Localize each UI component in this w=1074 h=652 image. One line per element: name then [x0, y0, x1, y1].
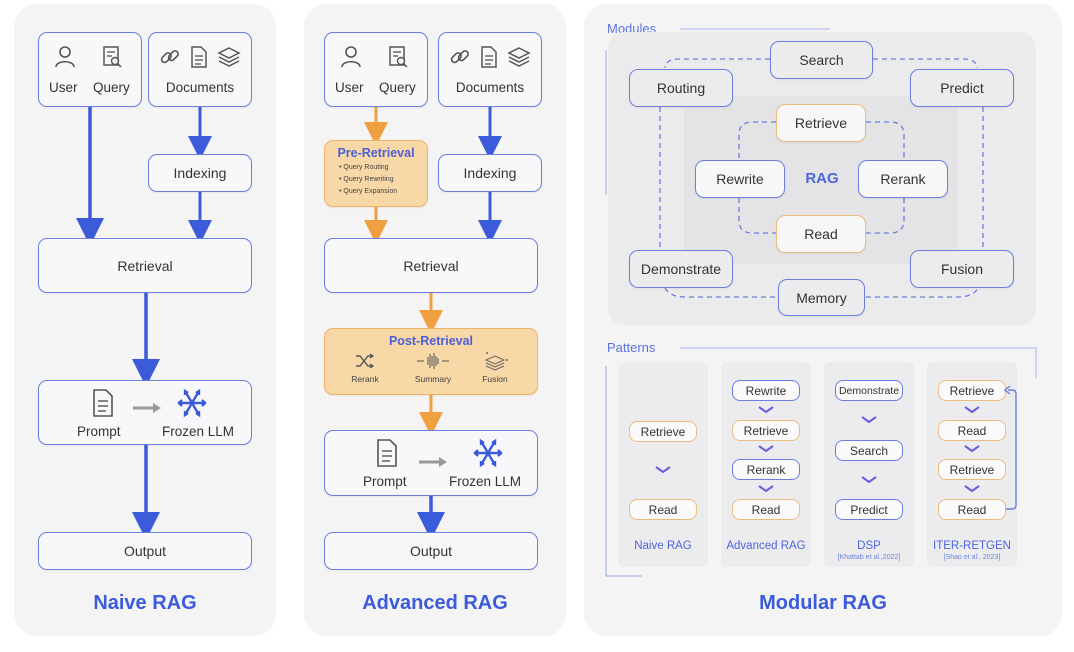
prompt-icon — [93, 389, 113, 417]
fusion-label: Fusion — [482, 374, 508, 384]
module-memory: Memory — [778, 279, 865, 316]
prompt-label: Prompt — [77, 424, 121, 439]
pattern-step: Demonstrate — [835, 380, 903, 401]
query-label: Query — [93, 80, 130, 95]
summary-waveform-icon — [417, 353, 449, 369]
pre-retrieval-box: Pre-Retrieval • Query Routing • Query Re… — [324, 140, 428, 207]
chevron-down-icon — [861, 416, 877, 424]
query-label: Query — [379, 80, 416, 95]
retrieval-box: Retrieval — [38, 238, 252, 293]
module-routing: Routing — [629, 69, 733, 107]
chevron-down-icon — [758, 445, 774, 453]
pre-retrieval-item: • Query Routing — [339, 164, 389, 171]
pattern-step: Retrieve — [938, 380, 1006, 401]
pattern-step: Predict — [835, 499, 903, 520]
indexing-box-adv: Indexing — [438, 154, 542, 192]
pattern-step: Read — [938, 420, 1006, 441]
layers-icon — [507, 47, 531, 67]
pattern-step: Read — [732, 499, 800, 520]
module-demonstrate: Demonstrate — [629, 250, 733, 288]
naive-rag-title: Naive RAG — [93, 592, 197, 614]
chevron-down-icon — [758, 485, 774, 493]
rerank-label: Rerank — [351, 374, 379, 384]
snowflake-icon — [177, 388, 207, 418]
prompt-label: Prompt — [363, 474, 407, 489]
output-box-adv: Output — [324, 532, 538, 570]
user-query-box: User Query — [38, 32, 142, 107]
pattern-step: Search — [835, 440, 903, 461]
retrieval-box-adv: Retrieval — [324, 238, 538, 293]
module-rerank: Rerank — [858, 160, 948, 198]
pattern-step: Retrieve — [732, 420, 800, 441]
module-read: Read — [776, 215, 866, 253]
post-retrieval-title: Post-Retrieval — [388, 334, 474, 348]
documents-box-adv: Documents — [438, 32, 542, 107]
post-retrieval-box: Post-Retrieval Rerank Summary Fusion — [324, 328, 538, 395]
indexing-box: Indexing — [148, 154, 252, 192]
module-retrieve: Retrieve — [776, 104, 866, 142]
patterns-label: Patterns — [607, 340, 656, 355]
document-icon — [481, 46, 497, 68]
chevron-down-icon — [964, 485, 980, 493]
user-query-box-adv: User Query — [324, 32, 428, 107]
module-predict: Predict — [910, 69, 1014, 107]
pattern-step: Retrieve — [938, 459, 1006, 480]
document-icon — [191, 46, 207, 68]
fusion-stack-icon — [484, 352, 508, 371]
documents-label: Documents — [165, 80, 235, 95]
chevron-down-icon — [964, 406, 980, 414]
pattern-name: ITER-RETGEN — [933, 540, 1011, 552]
chevron-down-icon — [655, 466, 671, 474]
pattern-column: Naive RAG — [618, 362, 708, 567]
advanced-rag-title: Advanced RAG — [362, 592, 508, 614]
link-icon — [450, 50, 469, 64]
pattern-name: DSP — [857, 540, 881, 552]
pattern-step: Retrieve — [629, 421, 697, 442]
arrow-right-icon — [419, 457, 447, 467]
rag-center-label: RAG — [805, 170, 839, 187]
llm-label: Frozen LLM — [162, 424, 235, 439]
summary-label: Summary — [414, 374, 452, 384]
layers-icon — [217, 47, 241, 67]
pattern-citation: [Khattab et al.,2022] — [837, 554, 901, 561]
module-fusion: Fusion — [910, 250, 1014, 288]
output-box: Output — [38, 532, 252, 570]
link-icon — [160, 50, 179, 64]
documents-box: Documents — [148, 32, 252, 107]
module-search: Search — [770, 41, 873, 79]
user-label: User — [49, 80, 78, 95]
prompt-icon — [377, 439, 397, 467]
prompt-llm-box-adv: Prompt Frozen LLM — [324, 430, 538, 496]
snowflake-icon — [473, 438, 503, 468]
pre-retrieval-item: • Query Rewriting — [339, 176, 394, 183]
pre-retrieval-title: Pre-Retrieval — [337, 146, 415, 160]
pattern-citation: [Shao et al., 2023] — [943, 554, 1001, 561]
llm-label: Frozen LLM — [449, 474, 522, 489]
pattern-step: Rerank — [732, 459, 800, 480]
module-rewrite: Rewrite — [695, 160, 785, 198]
pattern-name: Advanced RAG — [726, 540, 806, 552]
arrow-right-icon — [133, 403, 161, 413]
pattern-step: Read — [938, 499, 1006, 520]
pattern-step: Read — [629, 499, 697, 520]
pattern-name: Naive RAG — [634, 540, 692, 552]
query-icon — [103, 46, 122, 68]
chevron-down-icon — [861, 476, 877, 484]
shuffle-icon — [356, 353, 375, 369]
chevron-down-icon — [758, 406, 774, 414]
user-icon — [55, 46, 75, 68]
pattern-step: Rewrite — [732, 380, 800, 401]
user-label: User — [335, 80, 364, 95]
pre-retrieval-item: • Query Expansion — [339, 188, 398, 195]
chevron-down-icon — [964, 445, 980, 453]
user-icon — [341, 46, 361, 68]
documents-label: Documents — [455, 80, 525, 95]
modular-rag-title: Modular RAG — [759, 592, 887, 614]
prompt-llm-box: Prompt Frozen LLM — [38, 380, 252, 445]
query-icon — [389, 46, 408, 68]
